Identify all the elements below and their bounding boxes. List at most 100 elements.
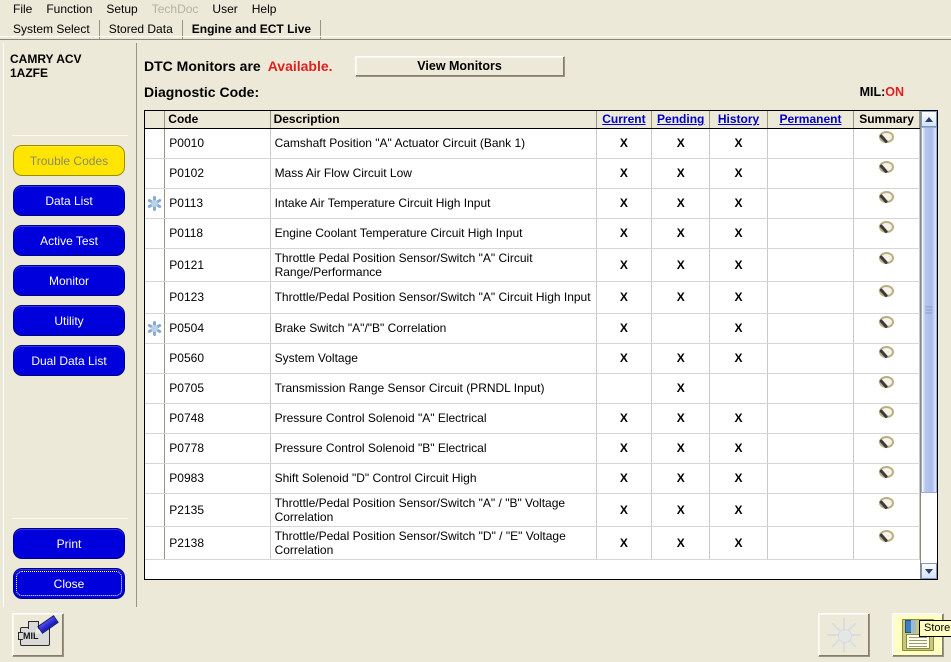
scrollbar-track[interactable]: [920, 127, 937, 563]
magnifier-icon[interactable]: [874, 190, 900, 214]
freeze-frame-button: [818, 612, 870, 657]
table-row[interactable]: P0010 Camshaft Position "A" Actuator Circ…: [145, 128, 920, 159]
row-freeze-frame-indicator: [145, 343, 166, 374]
column-header-summary: Summary: [853, 111, 920, 129]
cell-current: X: [596, 313, 653, 344]
view-monitors-button[interactable]: View Monitors: [354, 55, 565, 77]
cell-summary[interactable]: [853, 493, 920, 527]
row-freeze-frame-indicator: [145, 526, 166, 560]
table-row[interactable]: P0118 Engine Coolant Temperature Circuit …: [145, 218, 920, 249]
table-row[interactable]: P0748 Pressure Control Solenoid "A" Elect…: [145, 403, 920, 434]
column-header-current[interactable]: Current: [596, 111, 653, 129]
column-header-pending[interactable]: Pending: [651, 111, 711, 129]
magnifier-icon[interactable]: [874, 345, 900, 369]
table-row[interactable]: P0123 Throttle/Pedal Position Sensor/Swit…: [145, 281, 920, 314]
cell-code: P0010: [164, 128, 271, 159]
print-button[interactable]: Print: [13, 528, 125, 559]
cell-description: Throttle Pedal Position Sensor/Switch "A…: [270, 248, 597, 282]
table-row[interactable]: P0113 Intake Air Temperature Circuit High…: [145, 188, 920, 219]
cell-summary[interactable]: [853, 188, 920, 219]
row-freeze-frame-indicator: [145, 463, 166, 494]
scroll-up-button[interactable]: [920, 111, 937, 127]
cell-summary[interactable]: [853, 218, 920, 249]
menu-bar: File Function Setup TechDoc User Help: [0, 0, 951, 18]
sidebar-item-active-test[interactable]: Active Test: [13, 225, 125, 256]
dtc-monitor-status-line: DTC Monitors are Available. View Monitor…: [144, 55, 948, 77]
menu-item-user[interactable]: User: [205, 1, 244, 17]
store-button[interactable]: Store: [892, 612, 951, 657]
menu-item-file[interactable]: File: [6, 1, 39, 17]
cell-permanent: [767, 373, 855, 404]
magnifier-icon[interactable]: [874, 496, 900, 520]
magnifier-icon[interactable]: [874, 251, 900, 275]
table-row[interactable]: P0504 Brake Switch "A"/"B" Correlation X X: [145, 313, 920, 344]
magnifier-icon[interactable]: [874, 465, 900, 489]
menu-item-function[interactable]: Function: [39, 1, 99, 17]
column-header-history[interactable]: History: [709, 111, 768, 129]
cell-summary[interactable]: [853, 128, 920, 159]
row-freeze-frame-indicator: [145, 188, 166, 219]
tab-engine-and-ect-live[interactable]: Engine and ECT Live: [183, 20, 322, 40]
cell-summary[interactable]: [853, 433, 920, 464]
cell-pending: X: [651, 493, 711, 527]
magnifier-icon[interactable]: [874, 160, 900, 184]
table-row[interactable]: P0705 Transmission Range Sensor Circuit (…: [145, 373, 920, 404]
cell-summary[interactable]: [853, 373, 920, 404]
cell-summary[interactable]: [853, 248, 920, 282]
scroll-down-button[interactable]: [920, 563, 937, 579]
cell-pending: X: [651, 188, 711, 219]
magnifier-icon[interactable]: [874, 130, 900, 154]
magnifier-icon[interactable]: [874, 220, 900, 244]
magnifier-icon[interactable]: [874, 405, 900, 429]
cell-code: P2138: [164, 526, 271, 560]
table-row[interactable]: P0560 System Voltage X X X: [145, 343, 920, 374]
table-row[interactable]: P2135 Throttle/Pedal Position Sensor/Swit…: [145, 493, 920, 527]
cell-current: X: [596, 248, 653, 282]
magnifier-icon[interactable]: [874, 529, 900, 553]
menu-item-help[interactable]: Help: [245, 1, 284, 17]
table-row[interactable]: P0121 Throttle Pedal Position Sensor/Swit…: [145, 248, 920, 282]
cell-summary[interactable]: [853, 313, 920, 344]
cell-description: Brake Switch "A"/"B" Correlation: [270, 313, 597, 344]
table-row[interactable]: P0778 Pressure Control Solenoid "B" Elect…: [145, 433, 920, 464]
grid-vertical-scrollbar[interactable]: [919, 111, 937, 579]
cell-summary[interactable]: [853, 463, 920, 494]
cell-summary[interactable]: [853, 158, 920, 189]
dtc-monitors-value: Available.: [267, 58, 333, 74]
sidebar-nav-group: Trouble Codes Data List Active Test Moni…: [4, 136, 136, 376]
cell-pending: X: [651, 526, 711, 560]
magnifier-icon[interactable]: [874, 315, 900, 339]
cell-current: X: [596, 128, 653, 159]
cell-description: Engine Coolant Temperature Circuit High …: [270, 218, 597, 249]
table-row[interactable]: P2138 Throttle/Pedal Position Sensor/Swit…: [145, 526, 920, 560]
cell-summary[interactable]: [853, 403, 920, 434]
sidebar: CAMRY ACV 1AZFE Trouble Codes Data List …: [3, 43, 137, 607]
magnifier-icon[interactable]: [874, 375, 900, 399]
table-row[interactable]: P0102 Mass Air Flow Circuit Low X X X: [145, 158, 920, 189]
sidebar-item-data-list[interactable]: Data List: [13, 185, 125, 216]
cell-history: X: [709, 493, 768, 527]
magnifier-icon[interactable]: [874, 435, 900, 459]
sidebar-item-monitor[interactable]: Monitor: [13, 265, 125, 296]
cell-summary[interactable]: [853, 526, 920, 560]
sidebar-item-utility[interactable]: Utility: [13, 305, 125, 336]
cell-current: X: [596, 433, 653, 464]
cell-pending: X: [651, 433, 711, 464]
close-button[interactable]: Close: [13, 568, 125, 599]
tab-system-select[interactable]: System Select: [4, 20, 100, 40]
cell-summary[interactable]: [853, 343, 920, 374]
column-header-permanent[interactable]: Permanent: [767, 111, 855, 129]
menu-item-setup[interactable]: Setup: [99, 1, 144, 17]
cell-permanent: [767, 403, 855, 434]
mil-check-button[interactable]: MIL: [12, 612, 64, 657]
tab-stored-data[interactable]: Stored Data: [100, 20, 183, 40]
cell-permanent: [767, 493, 855, 527]
magnifier-icon[interactable]: [874, 284, 900, 308]
sidebar-item-trouble-codes[interactable]: Trouble Codes: [13, 145, 125, 176]
cell-summary[interactable]: [853, 281, 920, 314]
sidebar-item-dual-data-list[interactable]: Dual Data List: [13, 345, 125, 376]
scrollbar-thumb[interactable]: [920, 127, 937, 494]
table-row[interactable]: P0983 Shift Solenoid "D" Control Circuit …: [145, 463, 920, 494]
column-header-code: Code: [164, 111, 271, 129]
cell-code: P2135: [164, 493, 271, 527]
